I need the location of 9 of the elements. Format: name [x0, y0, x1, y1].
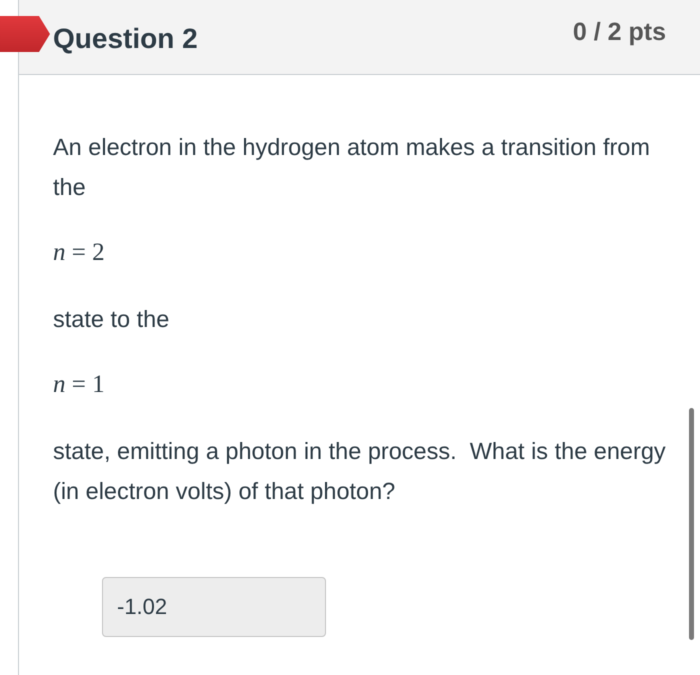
question-text: state, emitting a photon in the process. What is the energy (in electron volts) of that photon? [53, 437, 667, 506]
math-expression: n = 2 [53, 238, 106, 268]
math-expression: n = 1 [53, 370, 106, 400]
question-text: state to the [53, 305, 170, 334]
points-score: 0 / 2 pts [572, 18, 666, 46]
scrollbar[interactable] [689, 408, 694, 640]
question-title: Question 2 [53, 23, 198, 55]
question-text: An electron in the hydrogen atom makes a transition from the [53, 133, 651, 202]
answer-field[interactable]: -1.02 [102, 577, 326, 637]
